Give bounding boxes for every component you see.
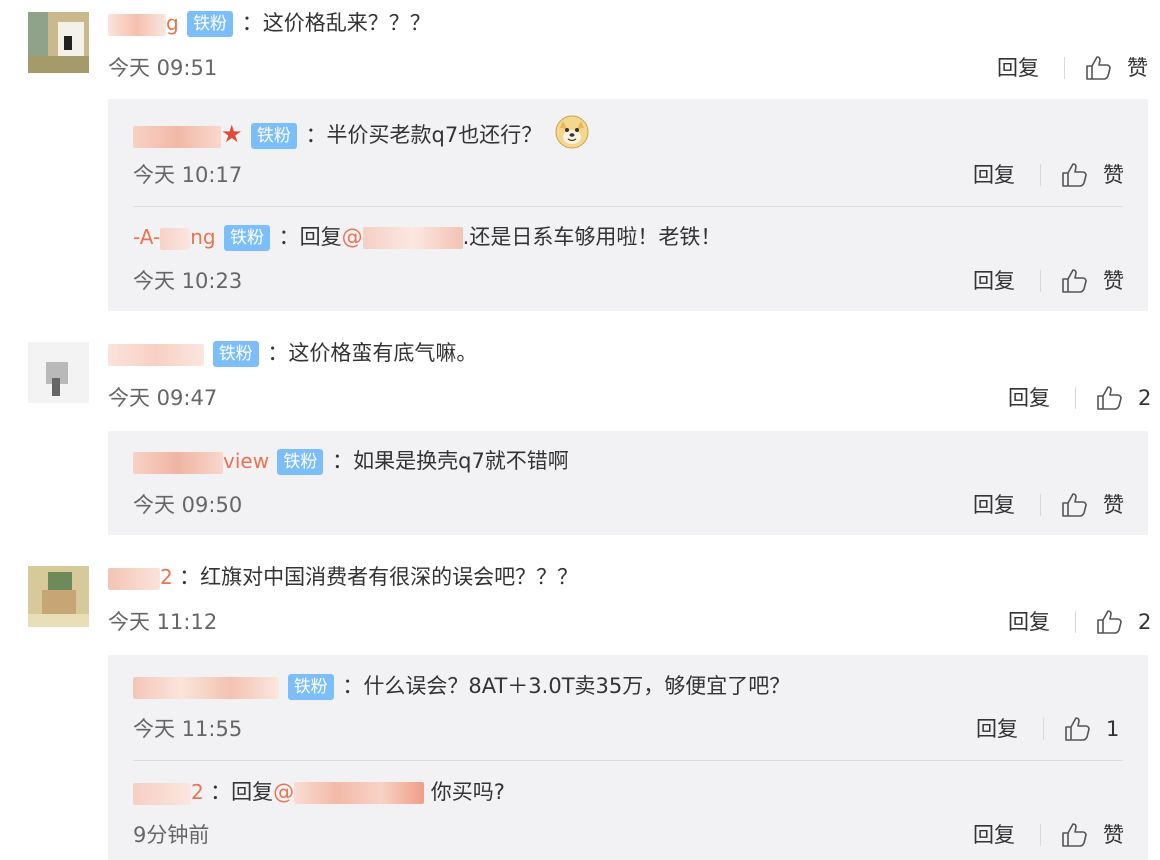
timestamp: 今天 09:47: [108, 386, 218, 410]
divider: [1040, 270, 1041, 292]
divider: [1075, 387, 1076, 409]
timestamp: 今天 10:23: [133, 269, 243, 293]
mention-link[interactable]: @: [342, 225, 463, 249]
reply-divider: [133, 760, 1123, 761]
timestamp: 今天 11:55: [133, 717, 243, 741]
username[interactable]: g: [108, 11, 185, 36]
reply-button[interactable]: 回复: [1008, 607, 1050, 637]
username[interactable]: [133, 674, 279, 699]
comment-text: ：红旗对中国消费者有很深的误会吧？？？: [179, 565, 579, 589]
reply-button[interactable]: 回复: [976, 714, 1018, 744]
mention-link[interactable]: @: [273, 780, 425, 804]
divider: [1075, 611, 1076, 633]
thumbs-up-icon: [1097, 386, 1122, 410]
like-button[interactable]: 赞: [1061, 490, 1124, 520]
comment-line: 铁粉 ：这价格蛮有底气嘛。: [108, 338, 477, 368]
like-button[interactable]: 赞: [1061, 266, 1124, 296]
username[interactable]: view: [133, 449, 275, 474]
star-icon: ★: [221, 120, 243, 148]
reply-line: -A-ng 铁粉 ：回复@ .还是日系车够用啦！老铁！: [133, 222, 721, 252]
reply-text: ：回复@ .还是日系车够用啦！老铁！: [278, 225, 722, 249]
reply-text: ：如果是换壳q7就不错啊: [332, 449, 569, 473]
like-label: 赞: [1103, 163, 1124, 187]
username[interactable]: ★: [133, 120, 249, 148]
fan-badge[interactable]: 铁粉: [212, 341, 259, 367]
avatar[interactable]: [28, 342, 89, 403]
timestamp: 今天 11:12: [108, 610, 218, 634]
timestamp: 9分钟前: [133, 823, 210, 847]
like-button[interactable]: 赞: [1085, 53, 1148, 83]
username[interactable]: -A-ng: [133, 225, 222, 250]
timestamp: 今天 09:51: [108, 56, 218, 80]
reply-thread: 铁粉 ：什么误会？8AT＋3.0T卖35万，够便宜了吧？ 今天 11:55 回复…: [108, 655, 1148, 860]
reply-button[interactable]: 回复: [997, 53, 1039, 83]
like-label: 赞: [1103, 493, 1124, 517]
timestamp: 今天 10:17: [133, 163, 243, 187]
avatar[interactable]: [28, 12, 89, 73]
fan-badge[interactable]: 铁粉: [277, 449, 324, 475]
comment-line: 2 ：红旗对中国消费者有很深的误会吧？？？: [108, 562, 578, 592]
reply-text: ：回复@ 你买吗?: [210, 780, 505, 804]
like-count: 2: [1138, 610, 1152, 634]
username[interactable]: [108, 341, 204, 366]
comment-line: g 铁粉 ：这价格乱来？？？: [108, 8, 431, 38]
reply-line: 铁粉 ：什么误会？8AT＋3.0T卖35万，够便宜了吧？: [133, 671, 790, 701]
divider: [1040, 824, 1041, 846]
like-button[interactable]: 2: [1096, 607, 1151, 637]
reply-text: ：什么误会？8AT＋3.0T卖35万，够便宜了吧？: [342, 674, 791, 698]
reply-button[interactable]: 回复: [973, 266, 1015, 296]
thumbs-up-icon: [1062, 823, 1087, 847]
thumbs-up-icon: [1062, 269, 1087, 293]
like-label: 赞: [1127, 56, 1148, 80]
timestamp: 今天 09:50: [133, 493, 243, 517]
fan-badge[interactable]: 铁粉: [250, 123, 297, 149]
reply-thread: view 铁粉 ：如果是换壳q7就不错啊 今天 09:50 回复 赞: [108, 431, 1148, 535]
reply-button[interactable]: 回复: [1008, 383, 1050, 413]
thumbs-up-icon: [1062, 163, 1087, 187]
avatar[interactable]: [28, 566, 89, 627]
fan-badge[interactable]: 铁粉: [223, 225, 270, 251]
reply-line: view 铁粉 ：如果是换壳q7就不错啊: [133, 446, 569, 476]
thumbs-up-icon: [1062, 493, 1087, 517]
like-button[interactable]: 赞: [1061, 820, 1124, 850]
reply-button[interactable]: 回复: [973, 160, 1015, 190]
fan-badge[interactable]: 铁粉: [287, 674, 334, 700]
reply-divider: [133, 206, 1123, 207]
thumbs-up-icon: [1065, 717, 1090, 741]
comment-text: ：这价格乱来？？？: [241, 11, 431, 35]
like-count: 2: [1138, 386, 1152, 410]
reply-thread: ★ 铁粉 ：半价买老款q7也还行？ 今天 10:17 回复 赞 -A- ng 铁…: [108, 99, 1148, 311]
like-count: 1: [1106, 717, 1120, 741]
reply-line: 2 ：回复@ 你买吗?: [133, 777, 505, 807]
comment-text: ：这价格蛮有底气嘛。: [267, 341, 478, 365]
like-label: 赞: [1103, 269, 1124, 293]
thumbs-up-icon: [1097, 610, 1122, 634]
reply-line: ★ 铁粉 ：半价买老款q7也还行？: [133, 115, 589, 149]
username[interactable]: 2: [108, 565, 179, 590]
reply-button[interactable]: 回复: [973, 490, 1015, 520]
thumbs-up-icon: [1086, 56, 1111, 80]
divider: [1040, 164, 1041, 186]
divider: [1064, 57, 1065, 79]
like-button[interactable]: 赞: [1061, 160, 1124, 190]
fan-badge[interactable]: 铁粉: [187, 11, 234, 37]
like-button[interactable]: 2: [1096, 383, 1151, 413]
like-button[interactable]: 1: [1064, 714, 1119, 744]
reply-text: ：半价买老款q7也还行？: [305, 123, 543, 147]
doge-emoji: [555, 115, 589, 157]
reply-button[interactable]: 回复: [973, 820, 1015, 850]
username[interactable]: 2: [133, 780, 210, 805]
divider: [1043, 718, 1044, 740]
like-label: 赞: [1103, 823, 1124, 847]
divider: [1040, 494, 1041, 516]
